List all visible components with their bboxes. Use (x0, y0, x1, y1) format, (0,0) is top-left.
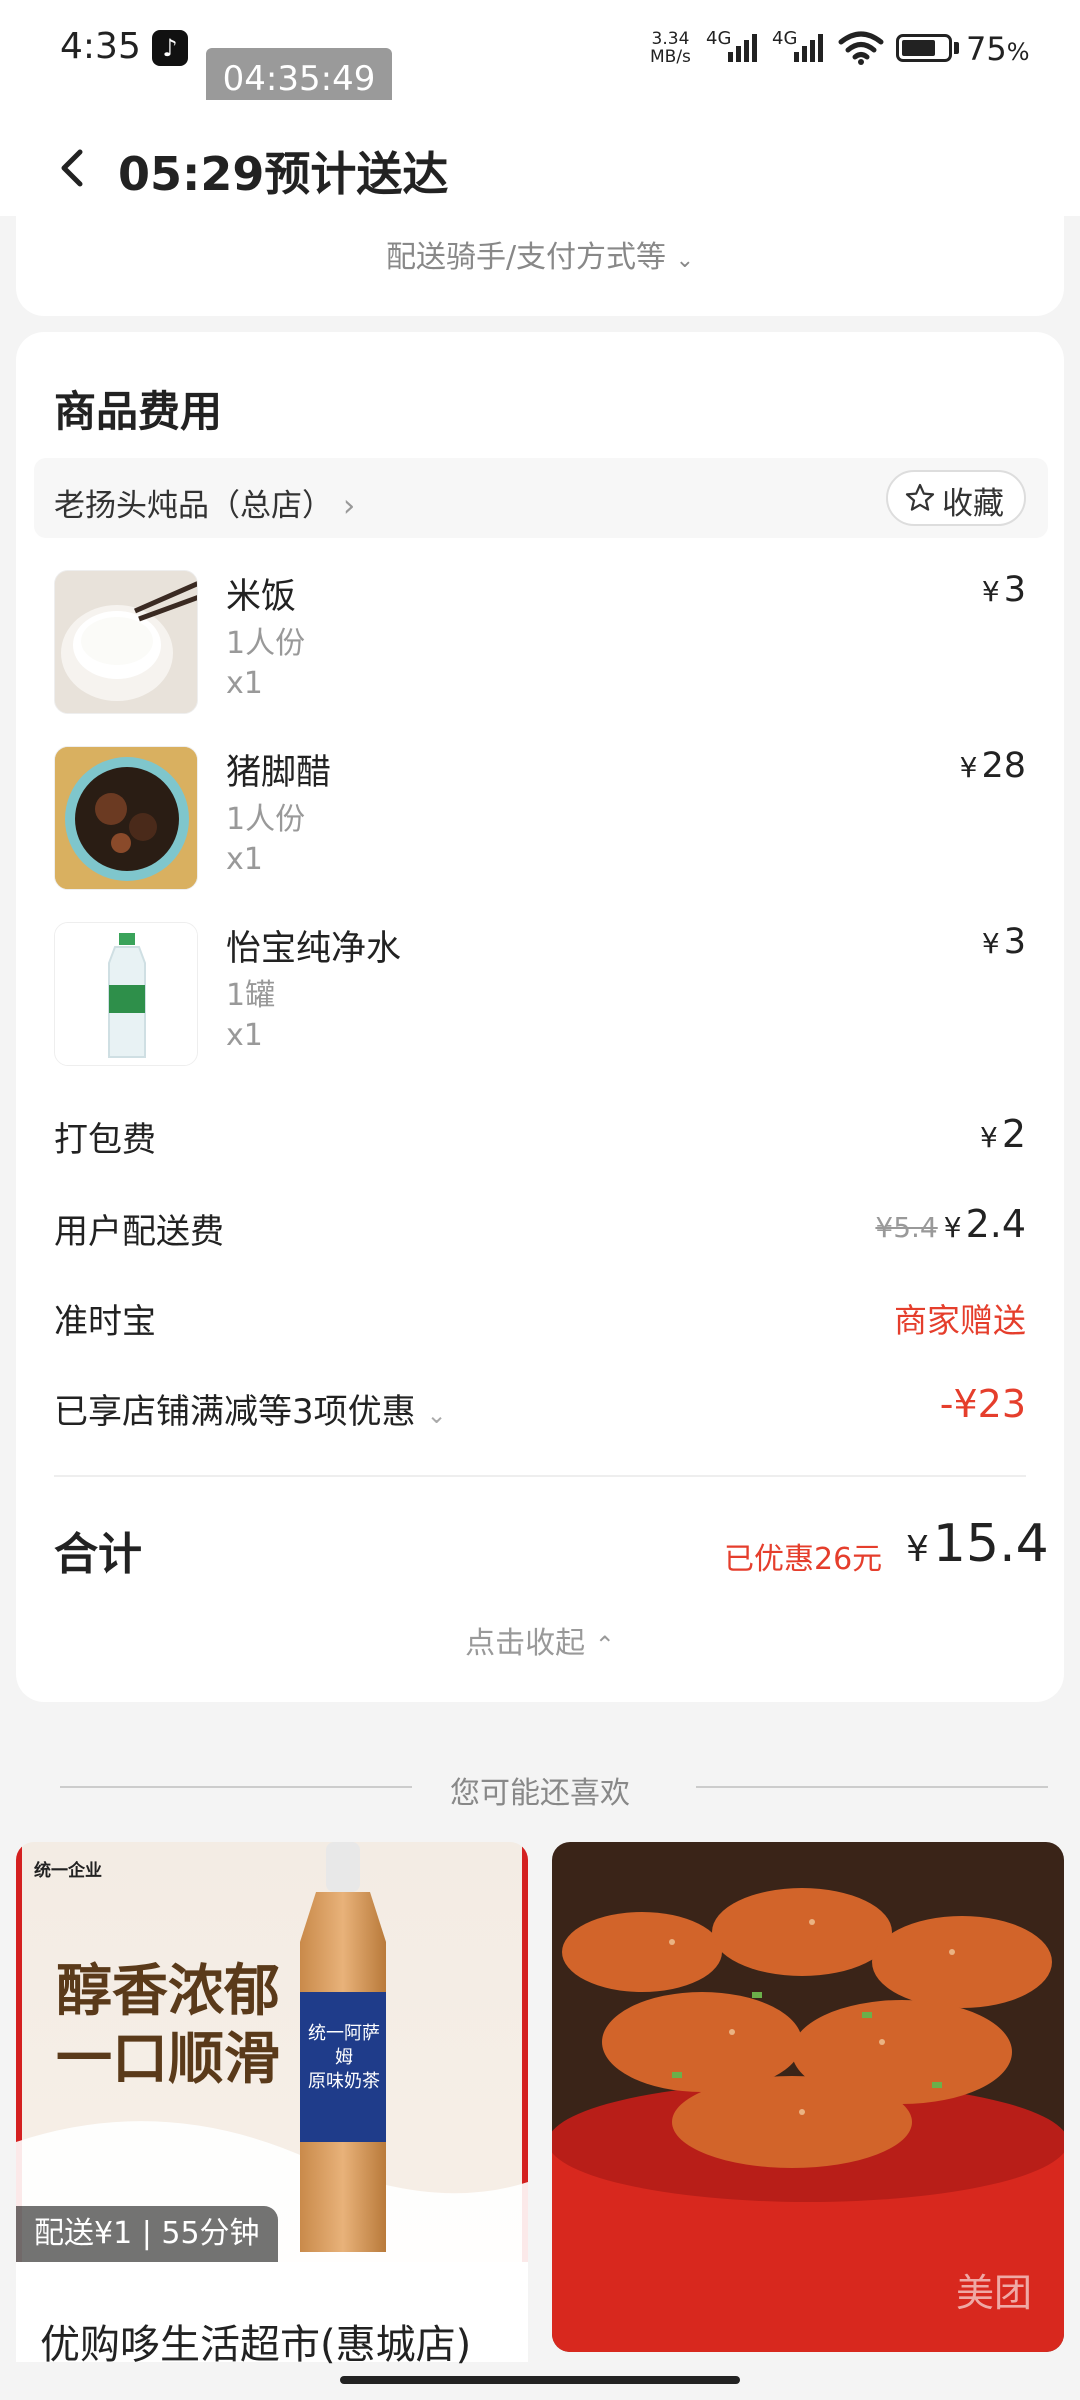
ad-slogan: 醇香浓郁 一口顺滑 (56, 1959, 280, 2092)
item-name: 米饭 (226, 577, 297, 617)
item-price: ¥28 (959, 746, 1026, 786)
discount-toggle[interactable]: 已享店铺满减等3项优惠 ⌄ (54, 1384, 447, 1433)
expand-order-info-button[interactable]: 配送骑手/支付方式等 ⌄ (0, 232, 1080, 276)
item-spec: 1人份 (226, 802, 306, 837)
bottle-label: 统一阿萨姆 原味奶茶 (308, 2023, 380, 2092)
ad-brand: 统一企业 (34, 1861, 102, 1881)
collapse-button[interactable]: 点击收起 ⌃ (0, 1618, 1080, 1662)
watermark: 美团 (956, 2271, 1033, 2315)
ontime-label: 准时宝 (54, 1302, 156, 1342)
chevron-up-icon: ⌃ (594, 1631, 615, 1659)
favorite-label: 收藏 (942, 486, 1004, 522)
discount-value: -¥23 (939, 1382, 1026, 1426)
page-title: 05:29预计送达 (118, 147, 449, 201)
battery-tip (954, 42, 959, 54)
item-image-pork (54, 746, 198, 890)
total-label: 合计 (54, 1529, 142, 1580)
battery-fill (902, 40, 935, 56)
home-indicator (340, 2376, 740, 2384)
signal-bars-icon (794, 32, 823, 62)
item-price: ¥3 (981, 922, 1026, 962)
chevron-down-icon: ⌄ (675, 248, 695, 273)
item-qty: x1 (226, 842, 263, 877)
item-name: 怡宝纯净水 (226, 929, 402, 969)
shop-name-label: 老扬头炖品（总店） (54, 488, 333, 524)
chevron-right-icon: › (342, 488, 356, 524)
item-spec: 1罐 (226, 978, 276, 1013)
item-name: 猪脚醋 (226, 753, 332, 793)
expand-order-info-label: 配送骑手/支付方式等 (385, 240, 667, 275)
battery-percent: 75% (966, 30, 1030, 68)
network-speed-unit: MB/s (650, 47, 691, 67)
recommend-card[interactable]: 美团 (552, 1842, 1064, 2352)
section-title: 商品费用 (54, 387, 223, 436)
signal-bars-icon (728, 32, 757, 62)
wifi-icon (838, 31, 884, 65)
delivery-fee-label: 用户配送费 (54, 1212, 224, 1252)
network-speed-value: 3.34 (651, 29, 690, 49)
star-icon (905, 483, 935, 511)
network-speed: 3.34 MB/s (650, 30, 691, 66)
recommend-title: 您可能还喜欢 (450, 1776, 630, 1811)
item-spec: 1人份 (226, 626, 306, 661)
battery-icon (896, 34, 952, 62)
shop-name[interactable]: 老扬头炖品（总店） › (54, 480, 355, 525)
ontime-value: 商家赠送 (894, 1301, 1026, 1340)
status-time: 4:35 (60, 26, 141, 67)
collapse-label: 点击收起 (465, 1626, 586, 1661)
chevron-down-icon: ⌄ (426, 1401, 447, 1429)
divider (54, 1475, 1026, 1477)
total-price: ¥15.4 (906, 1514, 1049, 1574)
item-qty: x1 (226, 1018, 263, 1053)
item-qty: x1 (226, 666, 263, 701)
item-price: ¥3 (981, 570, 1026, 610)
delivery-badge: 配送¥1 | 55分钟 (16, 2206, 278, 2262)
item-image-water (54, 922, 198, 1066)
back-arrow-icon[interactable] (52, 146, 96, 190)
item-image-rice (54, 570, 198, 714)
packing-fee-label: 打包费 (54, 1120, 156, 1160)
saved-amount: 已优惠26元 (724, 1542, 883, 1577)
delivery-fee-value: ¥5.4 ¥2.4 (875, 1202, 1026, 1246)
store-name[interactable]: 优购哆生活超市(惠城店) (40, 2312, 471, 2370)
delivery-fee-original: ¥5.4 (875, 1211, 938, 1244)
packing-fee-value: ¥2 (979, 1112, 1026, 1156)
discount-label: 已享店铺满减等3项优惠 (54, 1392, 416, 1432)
tiktok-icon: ♪ (152, 30, 188, 66)
